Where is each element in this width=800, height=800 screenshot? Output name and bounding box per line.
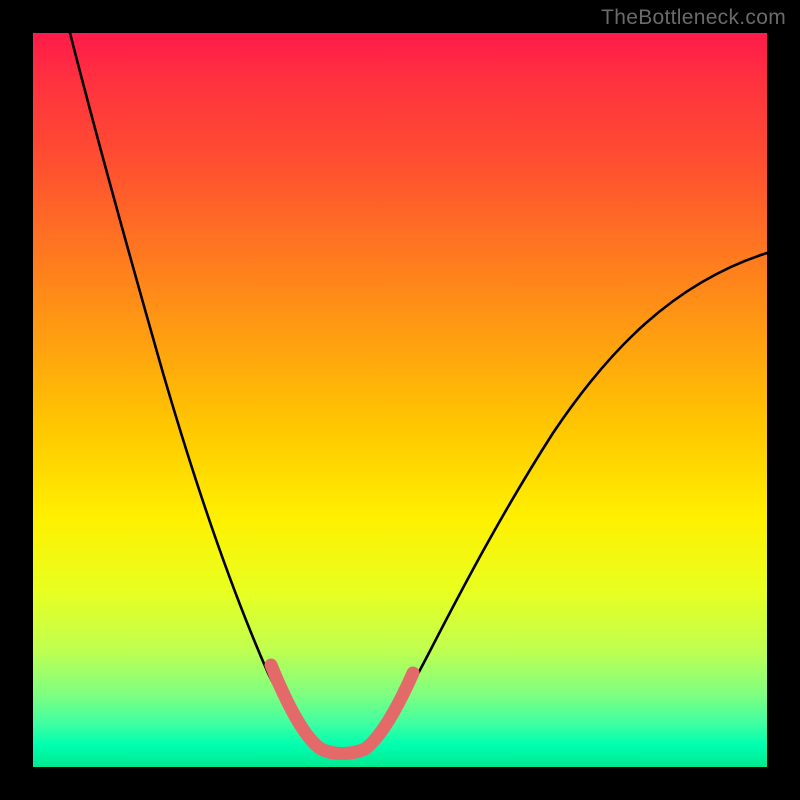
watermark-text: TheBottleneck.com — [601, 6, 786, 30]
chart-frame: TheBottleneck.com — [0, 0, 800, 800]
bottleneck-curve-svg — [33, 33, 767, 767]
optimal-range-highlight — [271, 665, 413, 754]
bottleneck-curve — [70, 33, 767, 756]
plot-area — [33, 33, 767, 767]
